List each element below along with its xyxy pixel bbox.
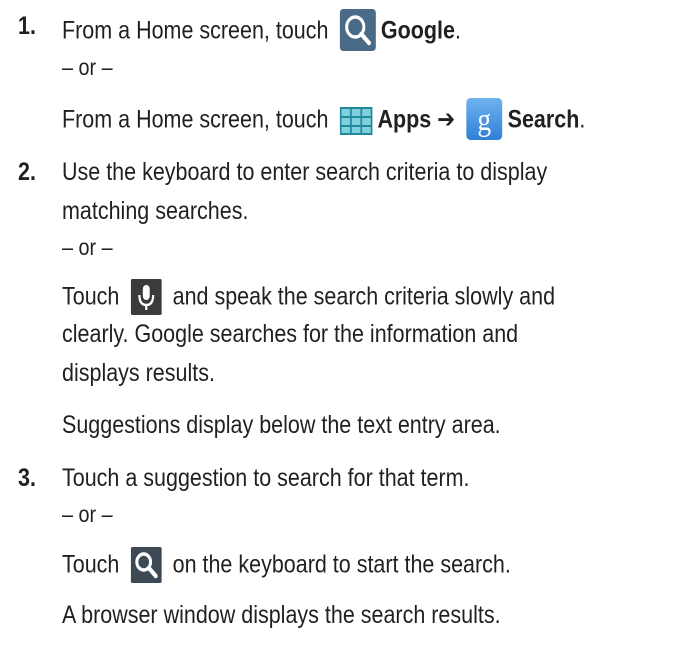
apps-grid-icon (339, 107, 373, 135)
arrow-icon: ➔ (437, 105, 456, 134)
apps-label: Apps (377, 105, 432, 134)
step-2-line-2: matching searches. (62, 197, 249, 225)
step-2-line-4: Touch and speak the search criteria slow… (62, 279, 555, 315)
step-2-line-1: Use the keyboard to enter search criteri… (62, 158, 548, 186)
step-1-line-3: From a Home screen, touch Apps ➔ g Searc… (62, 98, 585, 140)
step-3-line-4: A browser window displays the search res… (62, 601, 501, 629)
google-label: Google (380, 16, 455, 45)
google-search-app-icon: g (466, 98, 503, 140)
step-3-number: 3. (18, 464, 36, 492)
search-label: Search (507, 105, 580, 134)
step-1-or: – or – (62, 54, 113, 80)
step-2-line-5: clearly. Google searches for the informa… (62, 320, 519, 348)
step-3-line-3: Touch on the keyboard to start the searc… (62, 547, 511, 583)
google-search-icon (339, 9, 376, 51)
step-1-line-1: From a Home screen, touch Google. (62, 9, 461, 51)
step-3-line-1: Touch a suggestion to search for that te… (62, 464, 470, 492)
step-2-line-6: displays results. (62, 359, 215, 387)
step-2-or: – or – (62, 234, 113, 260)
step-3-or: – or – (62, 501, 113, 527)
keyboard-search-icon (130, 547, 162, 583)
step-1-number: 1. (18, 12, 36, 40)
svg-text:g: g (478, 102, 492, 137)
instruction-document: 1. From a Home screen, touch Google. – o… (0, 0, 689, 649)
step-2-number: 2. (18, 158, 36, 186)
microphone-icon (130, 279, 162, 315)
step-2-line-7: Suggestions display below the text entry… (62, 411, 501, 439)
